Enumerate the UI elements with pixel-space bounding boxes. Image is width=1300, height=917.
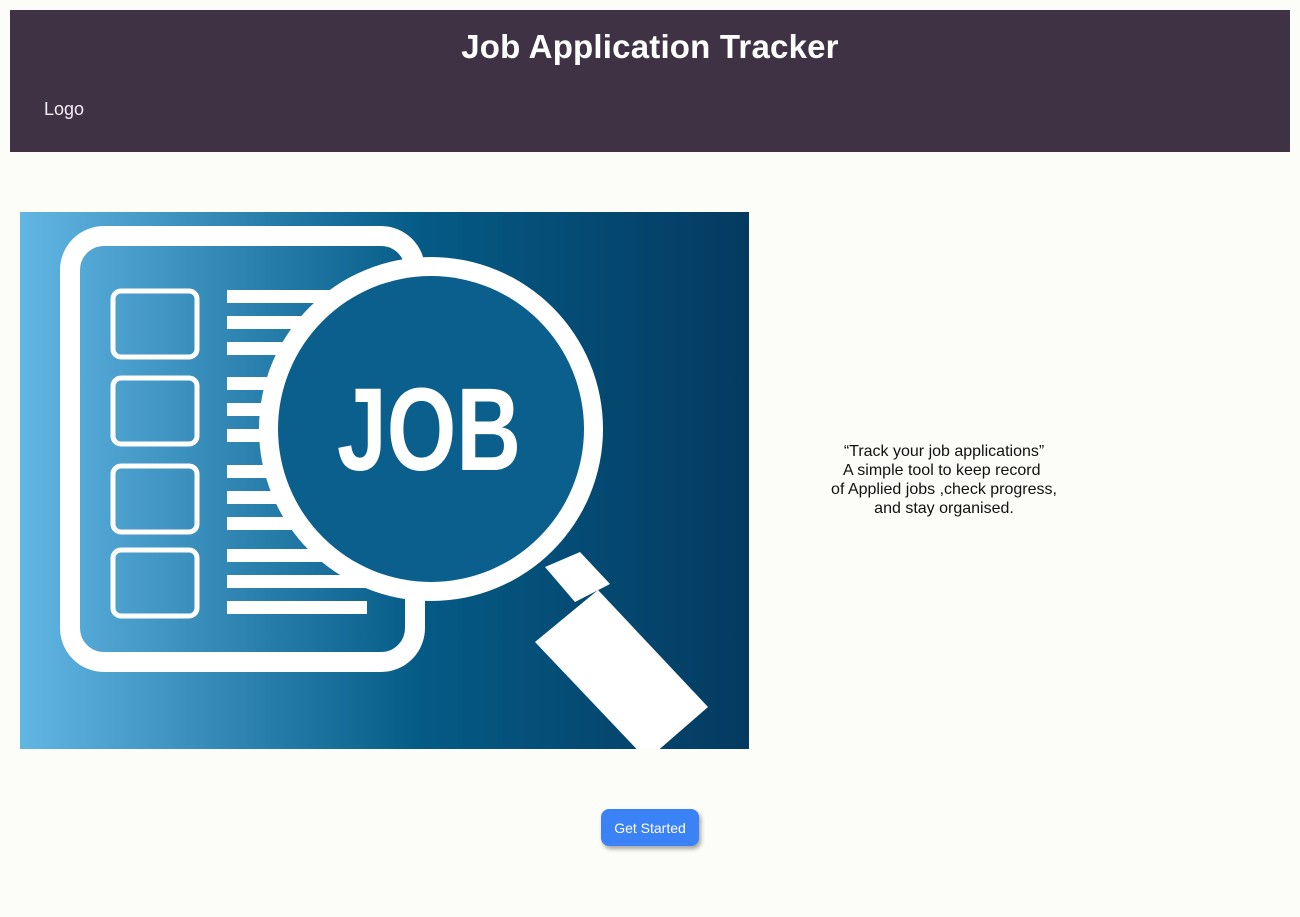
job-text: JOB <box>337 364 521 496</box>
header-bar: Job Application Tracker Logo <box>10 10 1290 152</box>
tagline-line: of Applied jobs ,check progress, <box>831 481 1057 498</box>
job-search-illustration: JOB <box>20 212 749 749</box>
tagline-line: and stay organised. <box>874 500 1014 517</box>
tagline-line: A simple tool to keep record <box>843 462 1045 479</box>
logo[interactable]: Logo <box>44 99 84 120</box>
get-started-button[interactable]: Get Started <box>601 809 699 846</box>
tagline-line: “Track your job applications” <box>843 443 1045 460</box>
page-title: Job Application Tracker <box>461 28 839 65</box>
tagline-text: “Track your job applications” A simple t… <box>794 442 1094 518</box>
